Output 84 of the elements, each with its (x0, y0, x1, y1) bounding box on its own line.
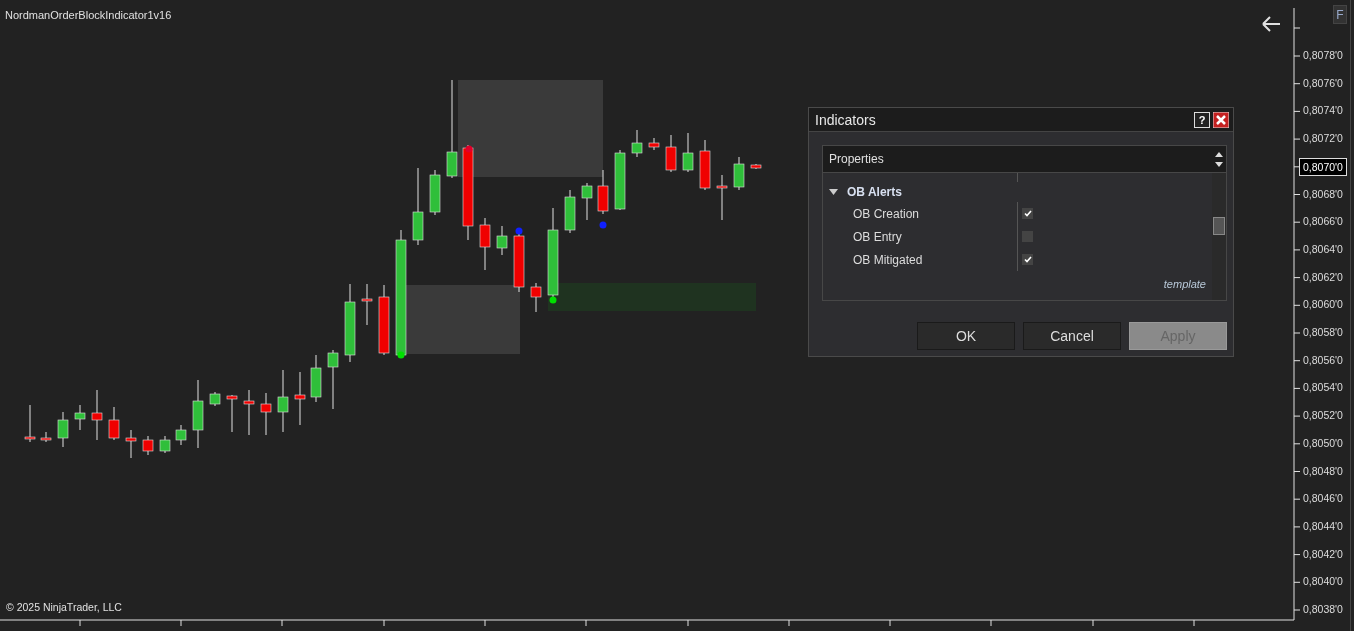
candlestick (277, 369, 289, 433)
candlestick (530, 282, 542, 313)
candlestick (614, 149, 626, 211)
candlestick (327, 349, 339, 410)
candlestick (74, 404, 86, 431)
price-label: 0,8044'0 (1303, 519, 1343, 532)
candlestick (40, 431, 52, 443)
candlestick (24, 404, 36, 443)
checkbox[interactable] (1022, 208, 1033, 219)
candlestick (310, 354, 322, 403)
candlestick (682, 132, 694, 173)
template-link[interactable]: template (1163, 278, 1206, 290)
price-label: 0,8056'0 (1303, 353, 1343, 366)
signal-dot (599, 221, 607, 229)
candlestick (429, 169, 441, 216)
price-label: 0,8048'0 (1303, 464, 1343, 477)
property-label: OB Entry (852, 229, 903, 244)
price-label: 0,8068'0 (1303, 187, 1343, 200)
scroll-down-icon[interactable] (1215, 161, 1223, 167)
signal-dot (465, 145, 473, 153)
candlestick (260, 392, 272, 436)
group-toggle[interactable]: OB Alerts (823, 182, 1212, 202)
checkbox[interactable] (1022, 254, 1033, 265)
scroll-up-icon[interactable] (1215, 151, 1223, 157)
candlestick (159, 435, 171, 454)
signal-dot (397, 351, 405, 359)
candlestick (378, 284, 390, 356)
price-label: 0,8072'0 (1303, 132, 1343, 145)
signal-dot (515, 227, 523, 235)
candlestick (125, 429, 137, 459)
candlestick (361, 283, 373, 326)
copyright-text: © 2025 NinjaTrader, LLC (6, 601, 122, 613)
price-label: 0,8040'0 (1303, 575, 1343, 588)
candlestick (564, 189, 576, 234)
price-label: 0,8062'0 (1303, 270, 1343, 283)
candlestick (57, 411, 69, 448)
candlestick (142, 435, 154, 456)
price-label: 0,8078'0 (1303, 49, 1343, 61)
candlestick (108, 406, 120, 441)
price-label: 0,8066'0 (1303, 215, 1343, 228)
candlestick (733, 156, 745, 191)
indicator-name: NordmanOrderBlockIndicator1v16 (5, 9, 172, 21)
price-label: 0,8074'0 (1303, 104, 1343, 117)
candlestick (209, 391, 221, 407)
candlestick (175, 424, 187, 446)
price-label: 0,8076'0 (1303, 76, 1343, 89)
candlestick (294, 371, 306, 426)
candlestick (750, 163, 762, 170)
signal-dot (549, 296, 557, 304)
price-label: 0,8058'0 (1303, 326, 1343, 338)
candlestick (496, 225, 508, 256)
price-label: 0,8052'0 (1303, 409, 1343, 422)
property-label: OB Mitigated (852, 252, 924, 267)
price-label: 0,8064'0 (1303, 242, 1343, 255)
candlestick (243, 389, 255, 436)
candlestick (192, 379, 204, 449)
dialog-button[interactable]: OK (917, 322, 1015, 350)
dialog-title: Indicators (815, 111, 877, 128)
dialog-button[interactable]: Cancel (1023, 322, 1121, 350)
price-label: 0,8060'0 (1303, 298, 1343, 311)
candlestick (91, 389, 103, 441)
candlestick (479, 217, 491, 271)
candlestick (226, 394, 238, 433)
price-label: 0,8054'0 (1303, 381, 1343, 394)
price-label: 0,8042'0 (1303, 547, 1343, 560)
price-label: 0,8050'0 (1303, 436, 1343, 449)
expand-icon (829, 189, 838, 195)
candlestick (648, 137, 660, 151)
property-label: OB Creation (852, 206, 921, 221)
candlestick (716, 174, 728, 221)
candlestick (699, 139, 711, 191)
price-label: 0,8046'0 (1303, 492, 1343, 505)
scrollbar-thumb[interactable] (1213, 217, 1225, 235)
current-price-label: 0,8070'0 (1299, 157, 1347, 176)
candlestick (665, 134, 677, 173)
f-button[interactable]: F (1333, 5, 1347, 24)
close-icon[interactable] (1213, 111, 1229, 128)
properties-header: Properties (828, 152, 885, 166)
candlestick (631, 129, 643, 158)
price-label: 0,8038'0 (1303, 603, 1343, 615)
help-button[interactable]: ? (1194, 111, 1210, 128)
candlestick (597, 169, 609, 215)
candlestick (581, 182, 593, 221)
back-arrow-icon[interactable] (1262, 16, 1281, 32)
